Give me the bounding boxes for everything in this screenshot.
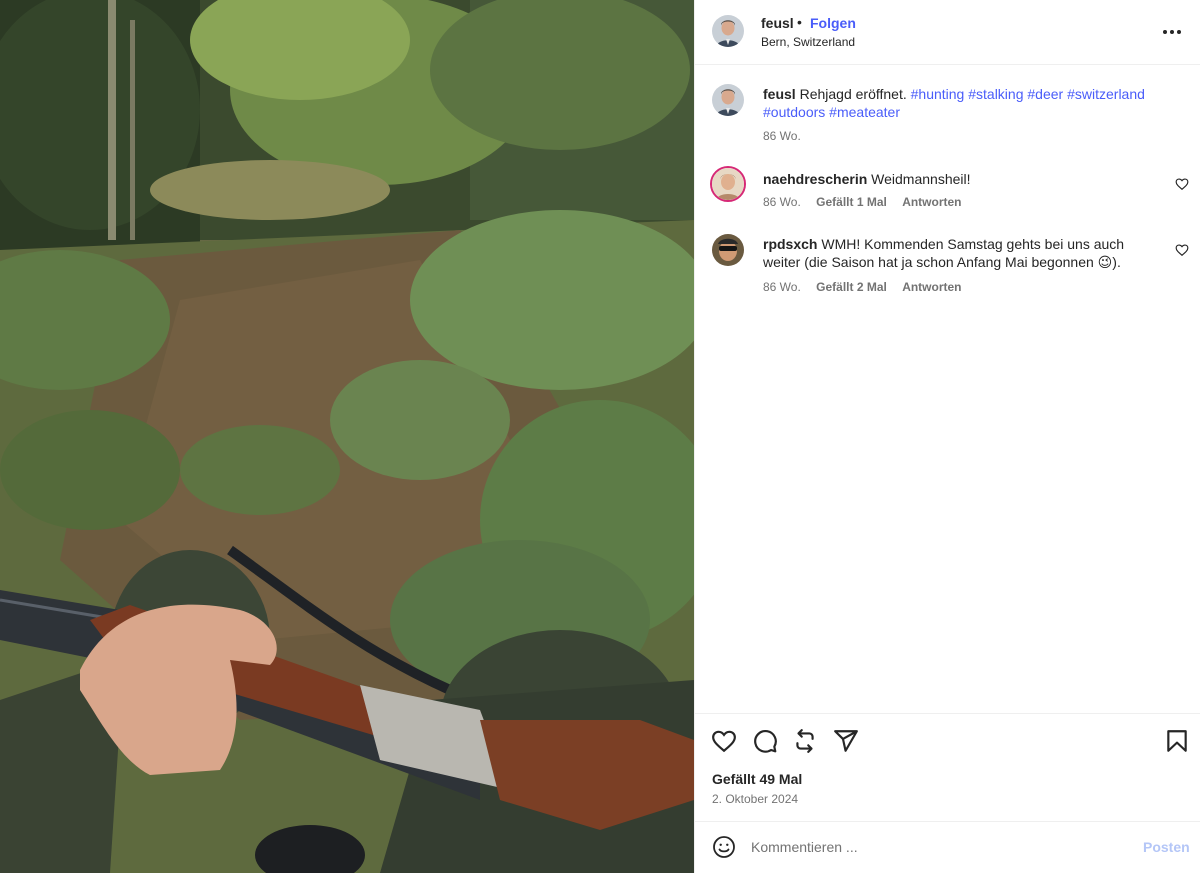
comment-composer: Posten [695,821,1200,873]
commenter-avatar[interactable] [712,234,744,266]
post-location[interactable]: Bern, Switzerland [761,35,855,49]
hashtag-switzerland[interactable]: #switzerland [1067,86,1145,102]
post-details-panel: feusl • Folgen Bern, Switzerland feusl R… [694,0,1200,873]
post-header: feusl • Folgen Bern, Switzerland [695,0,1200,64]
heart-icon[interactable] [711,728,737,754]
separator-dot: • [797,14,802,30]
repost-icon[interactable] [792,728,818,754]
commenter-avatar[interactable] [710,166,746,202]
comment-text: naehdrescherin Weidmannsheil! [763,170,1163,188]
caption-timestamp[interactable]: 86 Wo. [763,129,801,143]
caption-username[interactable]: feusl [763,86,796,102]
comment-like-heart-icon[interactable] [1175,177,1189,191]
post-actions [695,716,1200,766]
comment-like-heart-icon[interactable] [1175,243,1189,257]
actions-divider [695,713,1200,714]
comment-meta: 86 Wo. Gefällt 2 Mal Antworten [763,280,974,294]
caption-meta: 86 Wo. [763,129,813,143]
comment-timestamp[interactable]: 86 Wo. [763,195,801,209]
like-count[interactable]: Gefällt 49 Mal [712,771,802,787]
comment-likes[interactable]: Gefällt 2 Mal [816,280,887,294]
instagram-post-view: feusl • Folgen Bern, Switzerland feusl R… [0,0,1200,873]
hashtag-deer[interactable]: #deer [1027,86,1063,102]
comment-body: Weidmannsheil! [871,171,971,187]
comment-body-end: ). [1112,254,1121,270]
more-options-icon[interactable] [1163,20,1187,44]
comment-input[interactable] [751,836,1131,858]
reply-button[interactable]: Antworten [902,280,961,294]
hashtag-stalking[interactable]: #stalking [968,86,1023,102]
follow-button[interactable]: Folgen [810,15,856,31]
bookmark-icon[interactable] [1164,728,1190,754]
hashtag-outdoors[interactable]: #outdoors [763,104,825,120]
header-divider [695,64,1200,65]
post-date[interactable]: 2. Oktober 2024 [712,792,798,806]
author-username[interactable]: feusl [761,15,794,31]
forest-path-image [0,0,694,873]
comment-text: rpdsxch WMH! Kommenden Samstag gehts bei… [763,235,1163,271]
comment-username[interactable]: rpdsxch [763,236,817,252]
comment-body-line2: weiter (die Saison hat ja schon Anfang M… [763,254,1094,270]
comment-meta: 86 Wo. Gefällt 1 Mal Antworten [763,195,974,209]
comment-body-line1: WMH! Kommenden Samstag gehts bei uns auc… [821,236,1125,252]
hashtag-hunting[interactable]: #hunting [911,86,965,102]
wink-emoji: 😉 [1097,254,1113,270]
post-comment-button[interactable]: Posten [1143,839,1190,855]
comment-username[interactable]: naehdrescherin [763,171,867,187]
post-photo[interactable] [0,0,694,873]
hashtag-meateater[interactable]: #meateater [829,104,900,120]
comment-timestamp[interactable]: 86 Wo. [763,280,801,294]
caption-body: Rehjagd eröffnet. [799,86,907,102]
caption-author-avatar[interactable] [712,84,744,116]
comment-icon[interactable] [752,728,778,754]
reply-button[interactable]: Antworten [902,195,961,209]
author-avatar[interactable] [712,15,744,47]
emoji-icon[interactable] [712,835,736,859]
comment-likes[interactable]: Gefällt 1 Mal [816,195,887,209]
share-icon[interactable] [833,728,859,754]
caption-text: feusl Rehjagd eröffnet. #hunting #stalki… [763,85,1163,121]
